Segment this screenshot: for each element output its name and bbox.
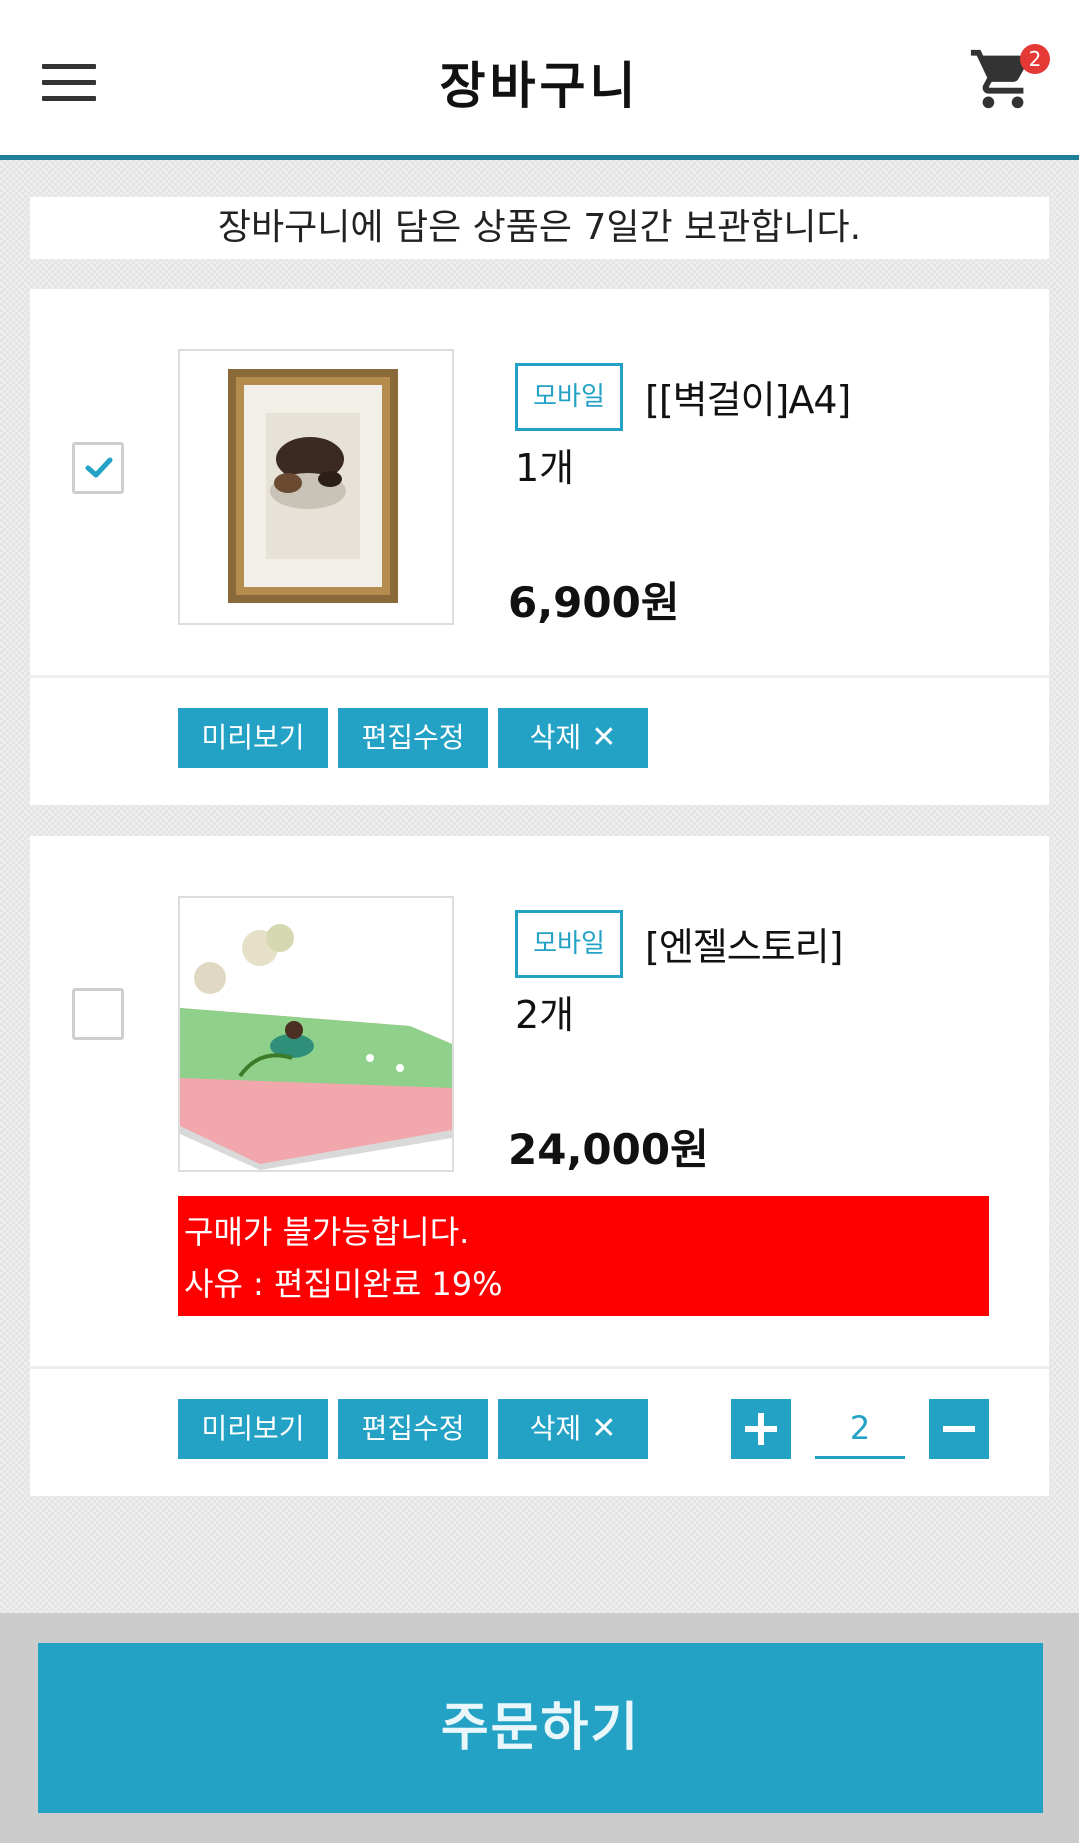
item-checkbox[interactable] (72, 442, 124, 494)
error-message: 구매가 불가능합니다. (184, 1213, 470, 1251)
purchase-error-box: 구매가 불가능합니다. 사유 : 편집미완료 19% (178, 1196, 989, 1316)
cart-button[interactable]: 2 (968, 44, 1050, 120)
storage-notice: 장바구니에 담은 상품은 7일간 보관합니다. (30, 197, 1049, 259)
delete-label: 삭제 (529, 721, 582, 754)
preview-button[interactable]: 미리보기 (178, 708, 328, 768)
cart-item: 모바일 [[벽걸이]A4] 1개 6,900원 미리보기 편집수정 삭제 ✕ (30, 289, 1049, 805)
item-checkbox[interactable] (72, 988, 124, 1040)
product-quantity: 1개 (515, 446, 575, 490)
minus-icon (943, 1426, 975, 1432)
plus-icon (745, 1413, 777, 1445)
order-button[interactable]: 주문하기 (38, 1643, 1043, 1813)
preview-button[interactable]: 미리보기 (178, 1399, 328, 1459)
product-quantity: 2개 (515, 993, 575, 1037)
delete-button[interactable]: 삭제 ✕ (498, 1399, 648, 1459)
platform-tag: 모바일 (515, 363, 623, 431)
product-name: [[벽걸이]A4] (645, 378, 851, 422)
footer-bar: 주문하기 (0, 1613, 1079, 1843)
platform-tag: 모바일 (515, 910, 623, 978)
product-thumbnail[interactable] (178, 896, 454, 1172)
app-header: 장바구니 2 (0, 0, 1079, 160)
quantity-increase-button[interactable] (731, 1399, 791, 1459)
quantity-decrease-button[interactable] (929, 1399, 989, 1459)
product-thumbnail[interactable] (178, 349, 454, 625)
close-icon: ✕ (591, 1411, 617, 1446)
close-icon: ✕ (591, 720, 617, 755)
framed-photo-image (180, 351, 452, 623)
product-name: [엔젤스토리] (645, 925, 843, 969)
page-title: 장바구니 (439, 57, 640, 115)
error-reason: 사유 : 편집미완료 19% (184, 1265, 503, 1303)
checkmark-icon (85, 457, 113, 478)
photobook-image (180, 898, 452, 1170)
cart-item: 모바일 [엔젤스토리] 2개 24,000원 구매가 불가능합니다. 사유 : … (30, 836, 1049, 1496)
edit-button[interactable]: 편집수정 (338, 1399, 488, 1459)
edit-button[interactable]: 편집수정 (338, 708, 488, 768)
delete-button[interactable]: 삭제 ✕ (498, 708, 648, 768)
product-price: 6,900원 (508, 578, 680, 627)
product-price: 24,000원 (508, 1125, 709, 1174)
quantity-input[interactable] (815, 1399, 905, 1459)
delete-label: 삭제 (529, 1412, 582, 1445)
cart-count-badge: 2 (1020, 44, 1050, 74)
